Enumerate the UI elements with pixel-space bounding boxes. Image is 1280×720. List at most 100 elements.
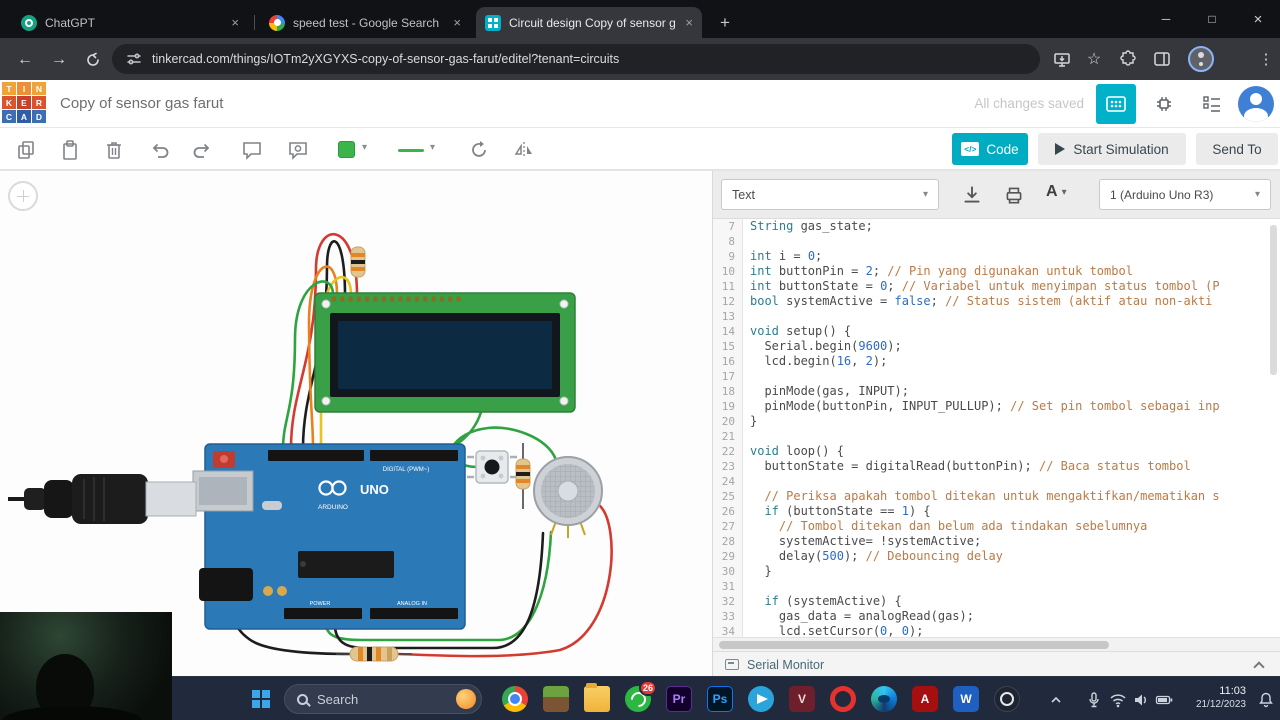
code-line[interactable]: 19 pinMode(buttonPin, INPUT_PULLUP); // …: [713, 399, 1280, 414]
back-icon[interactable]: ←: [12, 47, 38, 73]
code-line[interactable]: 9 int i = 0;: [713, 249, 1280, 264]
wire-type-swatch[interactable]: [398, 149, 424, 152]
window-close-button[interactable]: ×: [1236, 0, 1280, 38]
code-line[interactable]: 15 Serial.begin(9600);: [713, 339, 1280, 354]
circuit-workspace[interactable]: DIGITAL (PWM~) UNO ARDUINO POWER ANALOG …: [0, 170, 712, 676]
reload-icon[interactable]: [80, 47, 106, 73]
wire-dropdown-caret-icon[interactable]: ▾: [430, 142, 435, 153]
taskbar-app-photoshop[interactable]: Ps: [703, 682, 737, 716]
redo-icon[interactable]: [190, 138, 214, 162]
code-line[interactable]: 29 delay(500); // Debouncing delay: [713, 549, 1280, 564]
code-line[interactable]: 8: [713, 234, 1280, 249]
usb-cable[interactable]: [8, 474, 197, 524]
window-minimize-button[interactable]: ─: [1144, 0, 1188, 38]
taskbar-app-acrobat[interactable]: A: [908, 682, 942, 716]
code-line[interactable]: 21: [713, 429, 1280, 444]
code-line[interactable]: 16 lcd.begin(16, 2);: [713, 354, 1280, 369]
notes-icon[interactable]: [240, 138, 264, 162]
omnibox[interactable]: tinkercad.com/things/IOTm2yXGYXS-copy-of…: [112, 44, 1040, 74]
tab-close-icon[interactable]: ×: [685, 15, 693, 30]
code-line[interactable]: 12 bool systemActive = false; // Status s…: [713, 294, 1280, 309]
taskbar-app-premiere[interactable]: Pr: [662, 682, 696, 716]
taskbar-app-minecraft[interactable]: [539, 682, 573, 716]
browser-profile-avatar[interactable]: [1188, 46, 1214, 72]
forward-icon[interactable]: →: [46, 47, 72, 73]
list-view-button[interactable]: [1192, 84, 1232, 124]
account-avatar[interactable]: [1238, 86, 1274, 122]
volume-icon[interactable]: [1131, 690, 1151, 710]
code-line[interactable]: 26 if (buttonState == 1) {: [713, 504, 1280, 519]
tinkercad-logo[interactable]: T I N K E R C A D: [2, 82, 47, 126]
code-panel-toggle-button[interactable]: </> Code: [952, 133, 1028, 165]
download-code-icon[interactable]: [961, 184, 983, 206]
taskbar-app-telegram[interactable]: [744, 682, 778, 716]
send-to-device-icon[interactable]: [1052, 49, 1072, 69]
code-line[interactable]: 23 buttonState = digitalRead(buttonPin);…: [713, 459, 1280, 474]
browser-tab-google-search[interactable]: speed test - Google Search ×: [260, 7, 470, 38]
battery-icon[interactable]: [1154, 690, 1174, 710]
mirror-icon[interactable]: [512, 138, 536, 162]
rotate-icon[interactable]: [468, 138, 492, 162]
resistor[interactable]: [515, 443, 531, 509]
board-select[interactable]: 1 (Arduino Uno R3) ▾: [1099, 179, 1271, 210]
code-line[interactable]: 24: [713, 474, 1280, 489]
code-editor[interactable]: 7 String gas_state; 8 9 int i = 0; 10 int butt…: [713, 219, 1280, 637]
code-line[interactable]: 11 int buttonState = 0; // Variabel untuk…: [713, 279, 1280, 294]
annotation-visibility-icon[interactable]: [286, 138, 310, 162]
code-mode-select[interactable]: Text ▾: [721, 179, 939, 210]
code-line[interactable]: 22 void loop() {: [713, 444, 1280, 459]
color-swatch[interactable]: [338, 141, 355, 158]
tab-close-icon[interactable]: ×: [453, 15, 461, 30]
undo-icon[interactable]: [148, 138, 172, 162]
breadboard-view-button[interactable]: [1096, 84, 1136, 124]
copy-icon[interactable]: [14, 138, 38, 162]
code-line[interactable]: 33 gas_data = analogRead(gas);: [713, 609, 1280, 624]
send-to-button[interactable]: Send To: [1196, 133, 1278, 165]
code-line[interactable]: 7 String gas_state;: [713, 219, 1280, 234]
delete-icon[interactable]: [102, 138, 126, 162]
new-tab-button[interactable]: +: [712, 10, 738, 36]
taskbar-app-chrome[interactable]: [498, 682, 532, 716]
code-line[interactable]: 27 // Tombol ditekan dan belum ada tinda…: [713, 519, 1280, 534]
browser-tab-tinkercad[interactable]: Circuit design Copy of sensor g ×: [476, 7, 702, 38]
code-line[interactable]: 25 // Periksa apakah tombol ditekan untu…: [713, 489, 1280, 504]
components-chip-button[interactable]: [1144, 84, 1184, 124]
code-line[interactable]: 13: [713, 309, 1280, 324]
scrollbar-thumb[interactable]: [719, 641, 1109, 649]
code-line[interactable]: 20}: [713, 414, 1280, 429]
windows-start-button[interactable]: [252, 690, 270, 708]
horizontal-scrollbar[interactable]: [713, 637, 1280, 651]
print-code-icon[interactable]: [1003, 184, 1025, 206]
code-line[interactable]: 28 systemActive= !systemActive;: [713, 534, 1280, 549]
site-settings-icon[interactable]: [126, 51, 142, 67]
bookmark-star-icon[interactable]: ☆: [1084, 49, 1104, 69]
resistor[interactable]: [350, 246, 366, 278]
code-line[interactable]: 18 pinMode(gas, INPUT);: [713, 384, 1280, 399]
tray-chevron-icon[interactable]: [1046, 690, 1066, 710]
pan-control[interactable]: [8, 181, 38, 211]
code-line[interactable]: 10 int buttonPin = 2; // Pin yang digunak…: [713, 264, 1280, 279]
taskbar-app-opera[interactable]: [826, 682, 860, 716]
tab-close-icon[interactable]: ×: [231, 15, 239, 30]
extensions-puzzle-icon[interactable]: [1118, 49, 1138, 69]
serial-monitor-toggle[interactable]: Serial Monitor: [713, 651, 1280, 677]
browser-menu-icon[interactable]: ⋮: [1254, 47, 1278, 71]
code-line[interactable]: 32 if (systemActive) {: [713, 594, 1280, 609]
paste-icon[interactable]: [58, 138, 82, 162]
side-panel-icon[interactable]: [1152, 49, 1172, 69]
notification-bell-icon[interactable]: [1256, 690, 1276, 710]
lcd-display[interactable]: [314, 292, 576, 413]
vertical-scrollbar[interactable]: [1270, 225, 1277, 375]
taskbar-app-edge[interactable]: [867, 682, 901, 716]
code-line[interactable]: 14 void setup() {: [713, 324, 1280, 339]
document-title[interactable]: Copy of sensor gas farut: [60, 95, 223, 112]
taskbar-app-explorer[interactable]: [580, 682, 614, 716]
code-line[interactable]: 17: [713, 369, 1280, 384]
taskbar-app-obs[interactable]: [990, 682, 1024, 716]
taskbar-app-whatsapp[interactable]: 26: [621, 680, 657, 716]
browser-tab-chatgpt[interactable]: ChatGPT ×: [12, 7, 248, 38]
code-line[interactable]: 34 lcd.setCursor(0, 0);: [713, 624, 1280, 637]
code-line[interactable]: 31: [713, 579, 1280, 594]
color-dropdown-caret-icon[interactable]: ▾: [362, 142, 367, 153]
taskbar-app-appv[interactable]: V: [785, 682, 819, 716]
